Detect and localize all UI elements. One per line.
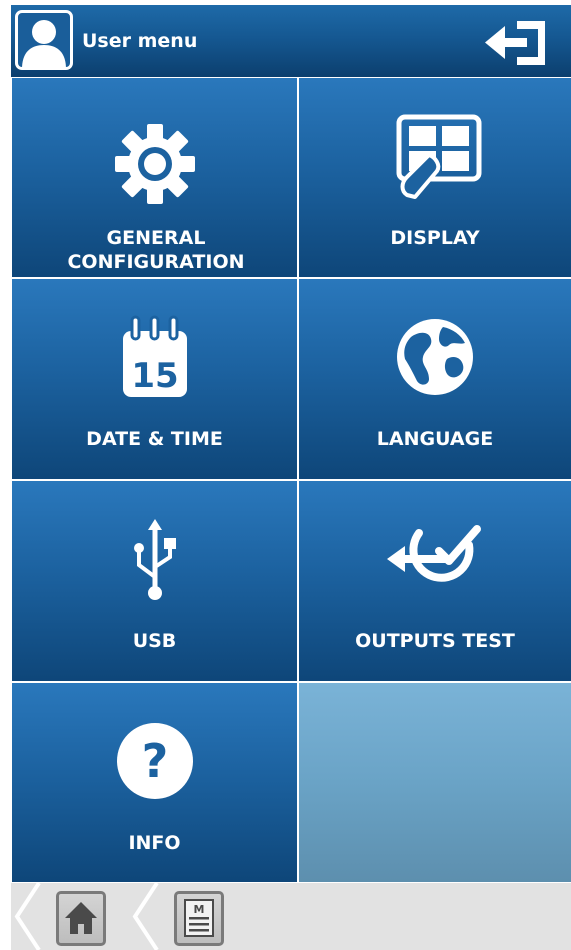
tile-date-time[interactable]: 15 DATE & TIME <box>11 278 298 480</box>
tile-usb[interactable]: USB <box>11 480 298 682</box>
tile-outputs-test[interactable]: OUTPUTS TEST <box>298 480 571 682</box>
header-bar: User menu <box>11 5 571 77</box>
user-menu-screen: User menu GENERAL CONFIGURATION DISPLAY … <box>11 5 571 950</box>
svg-text:15: 15 <box>131 356 178 396</box>
usb-icon <box>130 517 180 603</box>
menu-icon: M <box>184 899 214 937</box>
globe-icon <box>395 317 475 397</box>
breadcrumb-separator <box>132 883 159 950</box>
empty-tile <box>298 682 571 883</box>
tile-label: OUTPUTS TEST <box>355 630 515 652</box>
logout-icon[interactable] <box>483 17 553 69</box>
tile-label: INFO <box>128 832 181 854</box>
svg-text:M: M <box>194 903 205 916</box>
tile-label: DISPLAY <box>390 227 480 249</box>
tile-language[interactable]: LANGUAGE <box>298 278 571 480</box>
touch-display-icon <box>385 111 485 201</box>
calendar-icon: 15 <box>119 313 191 401</box>
tile-general-configuration[interactable]: GENERAL CONFIGURATION <box>11 77 298 278</box>
help-icon: ? <box>115 721 195 801</box>
home-button[interactable] <box>56 891 106 946</box>
tile-label: USB <box>132 630 177 652</box>
tile-label: DATE & TIME <box>86 428 223 450</box>
svg-text:?: ? <box>141 734 168 788</box>
footer-bar: M <box>11 883 571 950</box>
home-icon <box>65 902 97 934</box>
outputs-test-icon <box>385 521 485 593</box>
gear-icon <box>107 116 203 212</box>
menu-button[interactable]: M <box>174 891 224 946</box>
tile-label: GENERAL CONFIGURATION <box>67 227 245 273</box>
tile-display[interactable]: DISPLAY <box>298 77 571 278</box>
tile-label: LANGUAGE <box>376 428 494 450</box>
user-icon[interactable] <box>15 10 73 70</box>
page-title: User menu <box>82 30 198 52</box>
tile-info[interactable]: ? INFO <box>11 682 298 883</box>
breadcrumb-separator <box>14 883 41 950</box>
